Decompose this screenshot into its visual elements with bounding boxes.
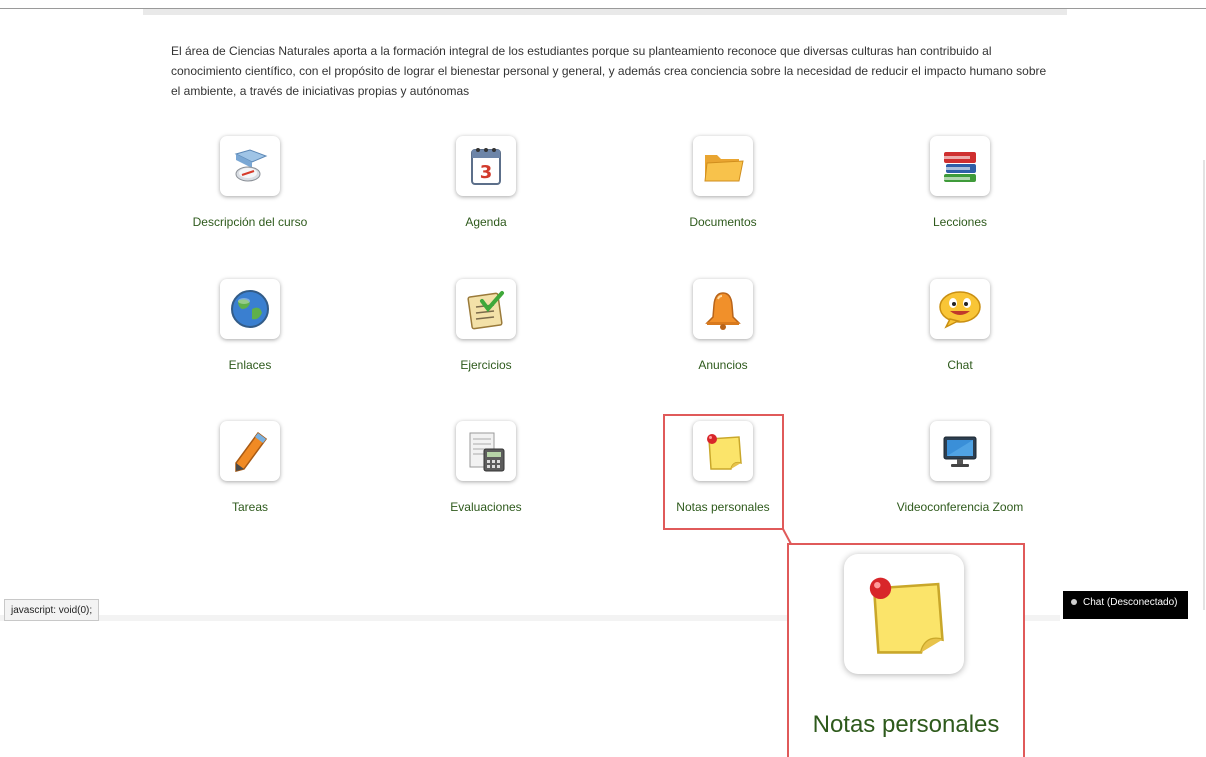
sticky-note-icon: [693, 421, 753, 481]
smiley-chat-icon: [930, 279, 990, 339]
zoom-callout-label: Notas personales: [812, 711, 1000, 738]
chat-widget[interactable]: Chat (Desconectado): [1063, 591, 1188, 619]
tool-label: Tareas: [231, 500, 269, 514]
browser-status-bar: javascript: void(0);: [4, 599, 100, 621]
books-icon: [930, 136, 990, 196]
scrollbar[interactable]: [1203, 160, 1205, 610]
tool-anuncios[interactable]: Anuncios: [608, 279, 838, 389]
tool-label: Enlaces: [228, 358, 272, 372]
tool-label: Videoconferencia Zoom: [896, 500, 1024, 514]
chat-widget-label: Chat (Desconectado): [1083, 597, 1178, 608]
pencil-icon: [220, 421, 280, 481]
tool-documentos[interactable]: Documentos: [608, 136, 838, 246]
tool-ejercicios[interactable]: Ejercicios: [371, 279, 601, 389]
tool-tareas[interactable]: Tareas: [135, 421, 365, 531]
calendar-icon: 3: [456, 136, 516, 196]
header-bar: [143, 9, 1067, 15]
tool-label: Notas personales: [676, 500, 770, 514]
checklist-icon: [456, 279, 516, 339]
svg-text:3: 3: [480, 162, 493, 183]
status-dot-icon: [1071, 599, 1077, 606]
tool-label: Evaluaciones: [450, 500, 522, 514]
tool-lecciones[interactable]: Lecciones: [845, 136, 1075, 246]
compass-map-icon: [220, 136, 280, 196]
sticky-note-icon: [844, 554, 964, 674]
tool-chat[interactable]: Chat: [845, 279, 1075, 389]
calculator-sheet-icon: [456, 421, 516, 481]
globe-icon: [220, 279, 280, 339]
tool-label: Descripción del curso: [192, 215, 308, 229]
tool-label: Chat: [947, 358, 973, 372]
tool-notas-personales[interactable]: Notas personales: [608, 421, 838, 531]
course-description: El área de Ciencias Naturales aporta a l…: [171, 44, 1047, 98]
tool-videoconferencia-zoom[interactable]: Videoconferencia Zoom: [845, 421, 1075, 531]
tool-label: Lecciones: [932, 215, 988, 229]
tool-label: Anuncios: [698, 358, 748, 372]
folder-icon: [693, 136, 753, 196]
bell-icon: [693, 279, 753, 339]
zoom-callout: Notas personales: [787, 543, 1025, 757]
tool-label: Ejercicios: [460, 358, 512, 372]
tool-label: Documentos: [689, 215, 757, 229]
monitor-icon: [930, 421, 990, 481]
tool-evaluaciones[interactable]: Evaluaciones: [371, 421, 601, 531]
tool-enlaces[interactable]: Enlaces: [135, 279, 365, 389]
tool-agenda[interactable]: 3 Agenda: [371, 136, 601, 246]
tool-descripcion-del-curso[interactable]: Descripción del curso: [135, 136, 365, 246]
tool-label: Agenda: [465, 215, 507, 229]
